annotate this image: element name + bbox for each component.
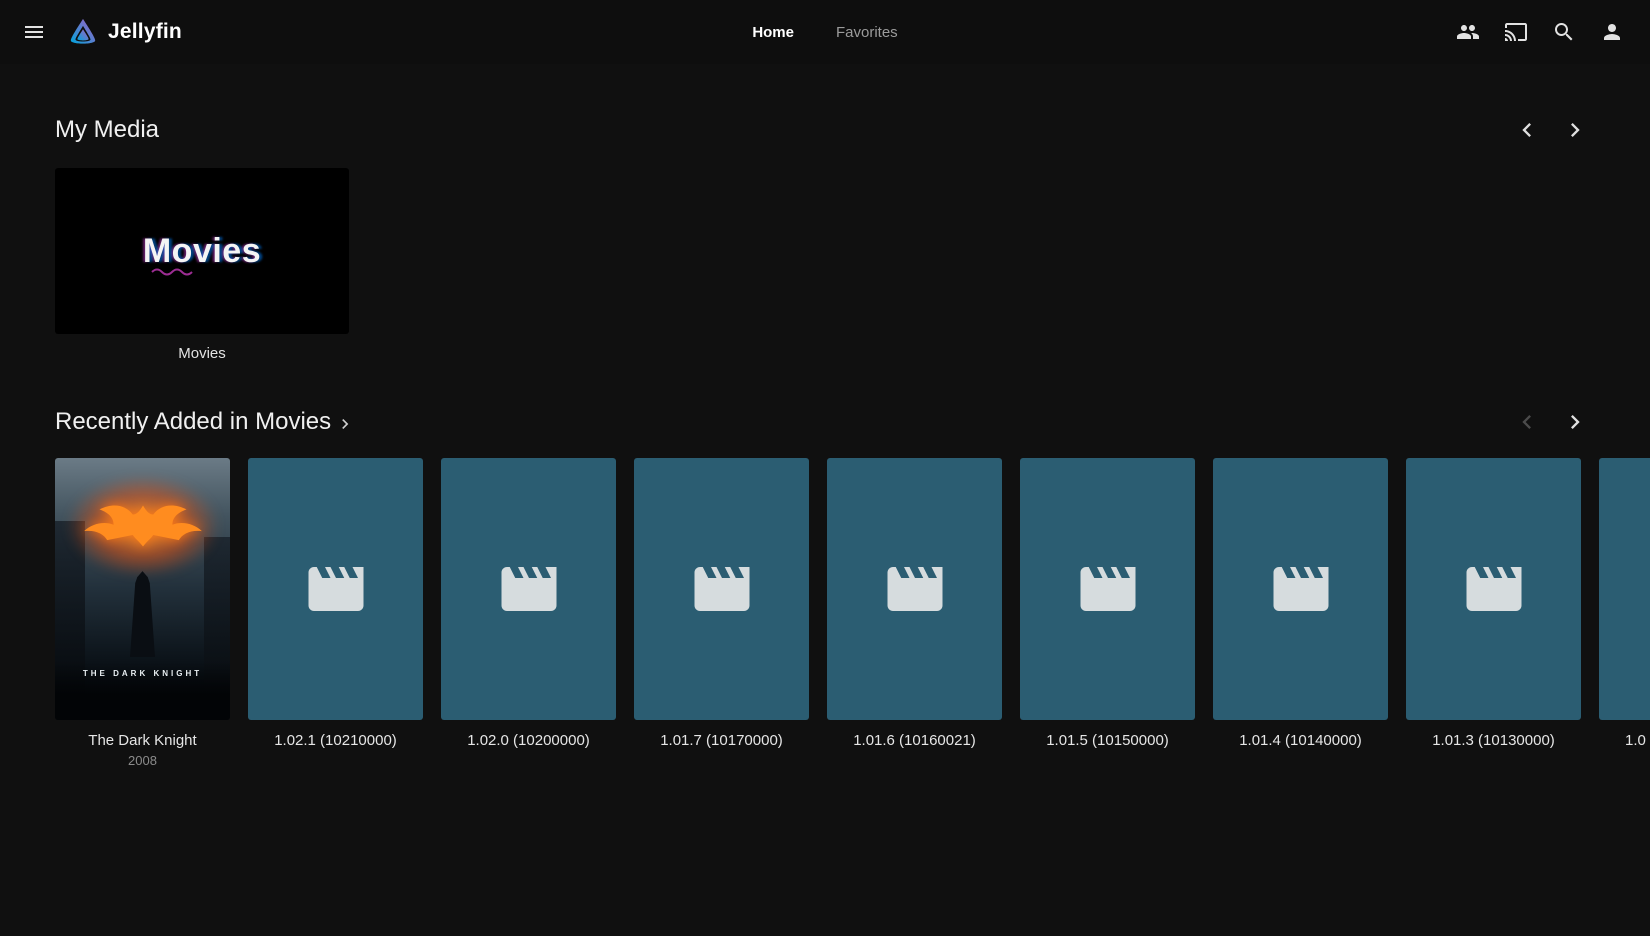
poster-title-text: THE DARK KNIGHT bbox=[55, 669, 230, 678]
movie-card: 1.01.6 (10160021) bbox=[827, 458, 1002, 768]
people-icon bbox=[1456, 20, 1480, 44]
tab-favorites[interactable]: Favorites bbox=[818, 14, 916, 51]
recently-added-scroll-right-button[interactable] bbox=[1555, 402, 1595, 442]
user-icon bbox=[1600, 20, 1624, 44]
card-title[interactable]: 1.01.4 (10140000) bbox=[1213, 732, 1388, 749]
movie-clapperboard-icon bbox=[882, 556, 948, 622]
card-year: 2008 bbox=[55, 753, 230, 768]
movie-card: 1.02.1 (10210000) bbox=[248, 458, 423, 768]
home-content: My Media Movies Movies Re bbox=[0, 110, 1650, 768]
chevron-right-icon bbox=[1561, 408, 1589, 436]
movie-placeholder-tile[interactable] bbox=[1020, 458, 1195, 720]
recently-added-cards-row: THE DARK KNIGHT The Dark Knight 2008 1.0… bbox=[55, 458, 1650, 768]
movie-card: 1.01.7 (10170000) bbox=[634, 458, 809, 768]
my-media-scroll-right-button[interactable] bbox=[1555, 110, 1595, 150]
chevron-right-icon bbox=[335, 414, 355, 434]
recently-added-scroll-left-button[interactable] bbox=[1507, 402, 1547, 442]
movie-card: THE DARK KNIGHT The Dark Knight 2008 bbox=[55, 458, 230, 768]
syncplay-button[interactable] bbox=[1446, 10, 1490, 54]
movie-clapperboard-icon bbox=[1268, 556, 1334, 622]
jellyfin-logo-icon bbox=[68, 17, 98, 47]
movie-placeholder-tile[interactable] bbox=[441, 458, 616, 720]
chevron-right-icon bbox=[1561, 116, 1589, 144]
my-media-section: My Media Movies Movies bbox=[55, 110, 1595, 362]
chevron-left-icon bbox=[1513, 408, 1541, 436]
recently-added-title: Recently Added in Movies bbox=[55, 408, 331, 436]
movie-card: 1.01.5 (10150000) bbox=[1020, 458, 1195, 768]
movie-poster-dark-knight[interactable]: THE DARK KNIGHT bbox=[55, 458, 230, 720]
movie-placeholder-tile[interactable] bbox=[248, 458, 423, 720]
bat-symbol bbox=[79, 501, 207, 552]
movies-tile-art-text: Movies bbox=[143, 232, 261, 271]
menu-button[interactable] bbox=[12, 10, 56, 54]
my-media-header: My Media bbox=[55, 110, 1595, 150]
card-title[interactable]: 1.02.1 (10210000) bbox=[248, 732, 423, 749]
recently-added-title-link[interactable]: Recently Added in Movies bbox=[55, 408, 355, 436]
card-title[interactable]: The Dark Knight bbox=[55, 732, 230, 749]
movie-card: 1.02.0 (10200000) bbox=[441, 458, 616, 768]
movie-card: 1.01.4 (10140000) bbox=[1213, 458, 1388, 768]
my-media-scroll-left-button[interactable] bbox=[1507, 110, 1547, 150]
card-title[interactable]: 1.01.5 (10150000) bbox=[1020, 732, 1195, 749]
tab-home[interactable]: Home bbox=[734, 14, 812, 51]
main-nav: Home Favorites bbox=[734, 0, 915, 64]
recently-added-header: Recently Added in Movies bbox=[55, 402, 1595, 442]
card-title[interactable]: 1.02.0 (10200000) bbox=[441, 732, 616, 749]
movie-clapperboard-icon bbox=[689, 556, 755, 622]
app-title: Jellyfin bbox=[108, 20, 182, 44]
card-title[interactable]: 1.0 bbox=[1599, 732, 1650, 749]
movies-library-card[interactable]: Movies bbox=[55, 168, 349, 334]
movie-clapperboard-icon bbox=[1075, 556, 1141, 622]
menu-icon bbox=[22, 20, 46, 44]
my-media-paddles bbox=[1507, 110, 1595, 150]
movie-card: 1.01.3 (10130000) bbox=[1406, 458, 1581, 768]
movies-library-label[interactable]: Movies bbox=[55, 345, 349, 362]
search-icon bbox=[1552, 20, 1576, 44]
card-title[interactable]: 1.01.7 (10170000) bbox=[634, 732, 809, 749]
movie-placeholder-tile[interactable] bbox=[1406, 458, 1581, 720]
cast-icon bbox=[1504, 20, 1528, 44]
movie-clapperboard-icon bbox=[303, 556, 369, 622]
top-bar: Jellyfin Home Favorites bbox=[0, 0, 1650, 64]
movie-placeholder-tile[interactable] bbox=[1599, 458, 1650, 720]
user-menu-button[interactable] bbox=[1590, 10, 1634, 54]
chevron-left-icon bbox=[1513, 116, 1541, 144]
movie-placeholder-tile[interactable] bbox=[634, 458, 809, 720]
cast-button[interactable] bbox=[1494, 10, 1538, 54]
brand[interactable]: Jellyfin bbox=[68, 17, 182, 47]
movie-placeholder-tile[interactable] bbox=[827, 458, 1002, 720]
recently-added-paddles bbox=[1507, 402, 1595, 442]
poster-batman-figure bbox=[117, 571, 169, 657]
card-title[interactable]: 1.01.6 (10160021) bbox=[827, 732, 1002, 749]
movie-placeholder-tile[interactable] bbox=[1213, 458, 1388, 720]
header-actions bbox=[1446, 10, 1634, 54]
glitch-squiggle-decoration bbox=[151, 268, 197, 276]
movie-clapperboard-icon bbox=[496, 556, 562, 622]
movie-card: 1.0 bbox=[1599, 458, 1650, 768]
library-tile-movies: Movies Movies bbox=[55, 168, 349, 362]
movie-clapperboard-icon bbox=[1461, 556, 1527, 622]
my-media-title: My Media bbox=[55, 116, 159, 144]
recently-added-section: Recently Added in Movies bbox=[55, 402, 1595, 768]
card-title[interactable]: 1.01.3 (10130000) bbox=[1406, 732, 1581, 749]
search-button[interactable] bbox=[1542, 10, 1586, 54]
